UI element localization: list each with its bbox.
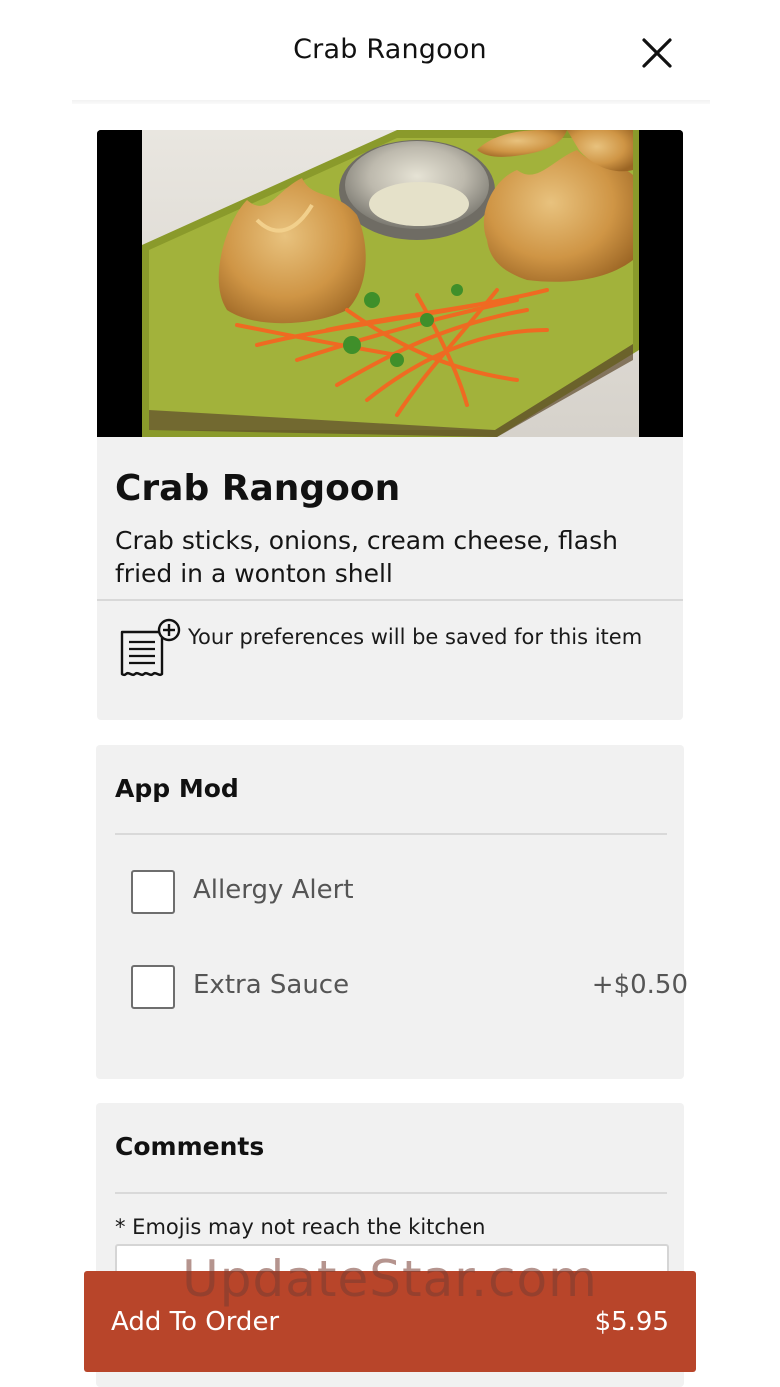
option-label: Extra Sauce [193, 970, 350, 1000]
item-photo [97, 130, 683, 437]
header-divider [72, 100, 710, 104]
allergy-alert-checkbox[interactable] [131, 870, 175, 914]
option-price: +$0.50 [591, 970, 688, 1000]
modifier-group-title: App Mod [115, 774, 239, 803]
header-bar: Crab Rangoon [0, 0, 780, 104]
option-label: Allergy Alert [193, 875, 354, 905]
receipt-plus-icon [120, 618, 181, 677]
comments-divider [115, 1192, 667, 1194]
close-icon [642, 38, 672, 68]
add-to-order-button[interactable]: Add To Order $5.95 [84, 1271, 696, 1372]
item-description: Crab sticks, onions, cream cheese, flash… [115, 526, 618, 588]
order-total: $5.95 [594, 1307, 669, 1337]
add-to-order-label: Add To Order [111, 1307, 280, 1337]
item-name: Crab Rangoon [115, 468, 401, 509]
item-card-divider [97, 599, 683, 601]
modifier-divider [115, 833, 667, 835]
option-allergy-alert[interactable]: Allergy Alert [131, 869, 651, 915]
close-button[interactable] [638, 34, 676, 72]
modifier-card: App Mod Allergy Alert Extra Sauce +$0.50 [96, 745, 688, 1079]
item-card: Crab Rangoon Crab sticks, onions, cream … [97, 130, 683, 720]
extra-sauce-checkbox[interactable] [131, 965, 175, 1009]
emoji-warning: * Emojis may not reach the kitchen [115, 1215, 486, 1239]
option-extra-sauce[interactable]: Extra Sauce +$0.50 [131, 964, 688, 1010]
preferences-note: Your preferences will be saved for this … [188, 625, 643, 649]
comments-title: Comments [115, 1132, 265, 1161]
